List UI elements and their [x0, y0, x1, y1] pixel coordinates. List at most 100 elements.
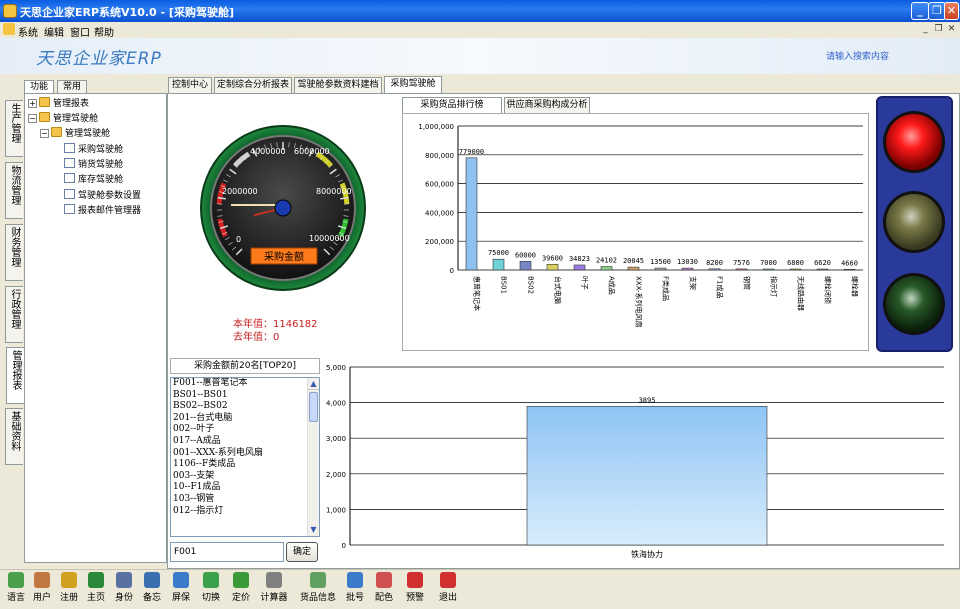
category-label: 无线路由器 [797, 276, 806, 311]
tab-cockpit-params[interactable]: 驾驶舱参数资料建档 [294, 77, 382, 93]
toolbar-button-7[interactable]: 屏保 [167, 572, 195, 603]
scroll-down-icon[interactable]: ▼ [308, 524, 319, 536]
gauge-tick-2000000: 2000000 [222, 187, 258, 196]
list-item[interactable]: 10--F1成品 [171, 482, 319, 494]
side-tab-label: 生产管理 [9, 103, 20, 143]
gauge-tick-4000000: 4000000 [250, 147, 286, 156]
toolbar-button-11[interactable]: 货品信息 [298, 572, 338, 603]
menu-edit[interactable]: 编辑 [44, 24, 64, 39]
toolbar-button-5[interactable]: 身份 [110, 572, 138, 603]
side-tab-reports[interactable]: 管理报表 [6, 347, 24, 404]
toolbar-label: 退出 [438, 593, 457, 603]
tab-custom-analysis[interactable]: 定制综合分析报表 [214, 77, 292, 93]
supplier-chart: 0 1,000 2,000 3,000 4,000 5,000 3895 铁海协力 [326, 357, 956, 565]
tree-item-cockpit-sub[interactable]: − 管理驾驶舱 [40, 126, 110, 139]
folder-icon [39, 112, 50, 122]
side-tab-basic-data[interactable]: 基础资料 [5, 408, 23, 465]
category-label: A成品 [608, 276, 617, 295]
tree-item-sales-cockpit[interactable]: 销货驾驶舱 [64, 157, 123, 170]
toolbar-button-3[interactable]: 注册 [55, 572, 83, 603]
toolbar-label: 货品信息 [299, 593, 336, 603]
scroll-thumb[interactable] [309, 392, 318, 422]
tree-item-purchase-cockpit[interactable]: 采购驾驶舱 [64, 142, 123, 155]
list-item[interactable]: 017--A成品 [171, 436, 319, 448]
category-label: 指示灯 [770, 276, 779, 297]
tab-supplier-analysis[interactable]: 供应商采购构成分析 [504, 97, 590, 113]
bar [465, 157, 478, 271]
list-item[interactable]: BS02--BS02 [171, 401, 319, 413]
tree-label: 管理驾驶舱 [65, 129, 111, 139]
list-item[interactable]: 002--叶子 [171, 424, 319, 436]
toolbar-label: 切换 [201, 593, 220, 603]
bar [789, 268, 802, 271]
expand-icon[interactable]: + [28, 99, 37, 108]
toolbar-button-15[interactable]: 退出 [434, 572, 462, 603]
list-item[interactable]: 012--指示灯 [171, 506, 319, 518]
toolbar-button-14[interactable]: 预警 [401, 572, 429, 603]
side-tab-logistics[interactable]: 物流管理 [5, 162, 23, 219]
bar [627, 266, 640, 271]
list-title: 采购金额前20名[TOP20] [170, 358, 320, 374]
mdi-restore-button[interactable]: ❐ [933, 24, 944, 35]
list-item[interactable]: 001--XXX-系列电风扇 [171, 448, 319, 460]
item-code-input[interactable]: F001 [170, 542, 284, 562]
toolbar-button-12[interactable]: 批号 [341, 572, 369, 603]
tab-control-center[interactable]: 控制中心 [168, 77, 212, 93]
bar [681, 267, 694, 271]
tree-item-report-mailer[interactable]: 报表邮件管理器 [64, 203, 141, 216]
collapse-icon[interactable]: − [28, 114, 37, 123]
minimize-button[interactable]: _ [911, 2, 929, 20]
gauge-hub [274, 199, 292, 217]
scroll-up-icon[interactable]: ▲ [308, 378, 319, 390]
toolbar-button-8[interactable]: 切换 [197, 572, 225, 603]
toolbar-button-10[interactable]: 计算器 [260, 572, 288, 603]
mdi-close-button[interactable]: ✕ [946, 24, 957, 35]
bar-value-label: 13030 [677, 258, 698, 266]
menu-system[interactable]: 系统 [18, 24, 38, 39]
tree-item-inventory-cockpit[interactable]: 库存驾驶舱 [64, 172, 123, 185]
tab-purchase-ranking[interactable]: 采购货品排行榜[TOP20] [402, 97, 502, 124]
bar [708, 268, 721, 271]
side-tab-finance[interactable]: 财务管理 [5, 224, 23, 281]
list-item[interactable]: F001--惠普笔记本 [171, 378, 319, 390]
list-item[interactable]: 103--钢管 [171, 494, 319, 506]
bar-value-label: 6620 [814, 259, 831, 267]
app-icon [3, 4, 17, 18]
side-tab-admin[interactable]: 行政管理 [5, 286, 23, 343]
price-icon [233, 572, 249, 588]
monitor-icon [173, 572, 189, 588]
tree-item-cockpit[interactable]: − 管理驾驶舱 [28, 111, 98, 124]
search-input[interactable]: 请输入搜索内容 [826, 49, 889, 62]
toolbar-button-9[interactable]: 定价 [227, 572, 255, 603]
list-item[interactable]: 201--台式电脑 [171, 413, 319, 425]
app-menu-icon[interactable] [3, 23, 15, 35]
list-item[interactable]: 003--支架 [171, 471, 319, 483]
folder-icon [39, 97, 50, 107]
side-tab-label: 物流管理 [9, 165, 20, 205]
confirm-button[interactable]: 确定 [286, 542, 318, 562]
side-tab-production[interactable]: 生产管理 [5, 100, 23, 157]
menu-window[interactable]: 窗口 [70, 24, 90, 39]
menu-help[interactable]: 帮助 [94, 24, 114, 39]
toolbar-button-6[interactable]: 备忘 [138, 572, 166, 603]
top20-list[interactable]: F001--惠普笔记本 BS01--BS01 BS02--BS02 201--台式电脑… [170, 377, 320, 537]
tree-item-cockpit-settings[interactable]: 驾驶舱参数设置 [64, 188, 141, 201]
collapse-icon[interactable]: − [40, 129, 49, 138]
mdi-minimize-button[interactable]: _ [920, 24, 931, 35]
list-scrollbar[interactable]: ▲ ▼ [307, 378, 319, 536]
tab-purchase-cockpit[interactable]: 采购驾驶舱 [384, 76, 442, 93]
bar-value-label: 6800 [787, 259, 804, 267]
y-tick-label: 200,000 [425, 238, 454, 246]
toolbar-button-2[interactable]: 用户 [28, 572, 56, 603]
y-tick-label: 4,000 [326, 400, 346, 408]
toolbar-label: 屏保 [171, 593, 190, 603]
globe-icon [88, 572, 104, 588]
toolbar-button-13[interactable]: 配色 [370, 572, 398, 603]
tree-item-reports[interactable]: + 管理报表 [28, 96, 89, 109]
list-item[interactable]: 1106--F类成品 [171, 459, 319, 471]
list-item[interactable]: BS01--BS01 [171, 390, 319, 402]
toolbar-button-4[interactable]: 主页 [82, 572, 110, 603]
gauge-tick-6000000: 6000000 [294, 147, 330, 156]
close-button[interactable]: ✕ [944, 2, 959, 20]
toolbar-button-1[interactable]: 语言 [2, 572, 30, 603]
